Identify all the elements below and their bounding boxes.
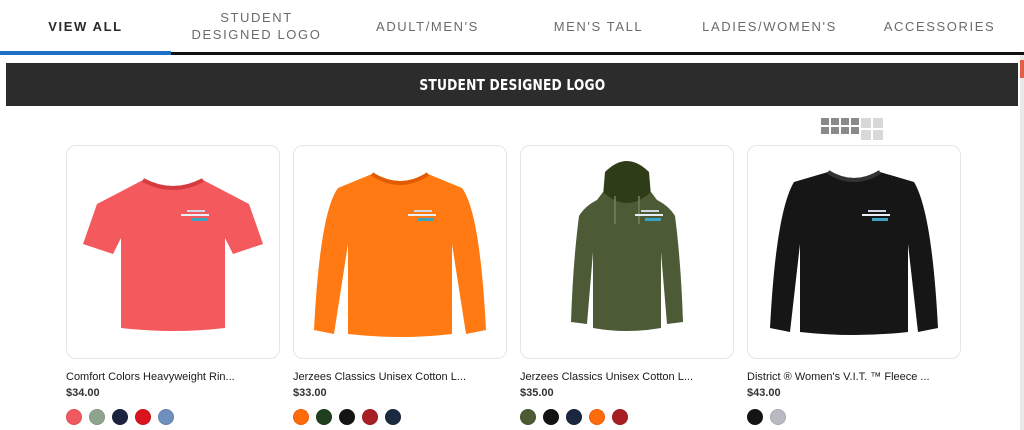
- product-image[interactable]: [293, 145, 507, 359]
- product-name[interactable]: District ® Women's V.I.T. ™ Fleece ...: [747, 371, 961, 383]
- product-name[interactable]: Comfort Colors Heavyweight Rin...: [66, 371, 280, 383]
- tab-label: MEN'S TALL: [553, 18, 644, 34]
- tab-label: ADULT/MEN'S: [376, 18, 479, 34]
- collection-banner: STUDENT DESIGNED LOGO: [6, 63, 1018, 106]
- color-swatch[interactable]: [566, 409, 582, 425]
- color-swatches: [520, 409, 734, 425]
- color-swatch[interactable]: [89, 409, 105, 425]
- product-image[interactable]: [747, 145, 961, 359]
- color-swatch[interactable]: [66, 409, 82, 425]
- product-name[interactable]: Jerzees Classics Unisex Cotton L...: [520, 371, 734, 383]
- color-swatch[interactable]: [612, 409, 628, 425]
- scroll-edge: [1020, 55, 1024, 430]
- product-image[interactable]: [66, 145, 280, 359]
- product-card[interactable]: Jerzees Classics Unisex Cotton L... $35.0…: [520, 145, 734, 430]
- page: { "tabs": [ {"label": "VIEW ALL", "activ…: [0, 0, 1024, 430]
- color-swatch[interactable]: [293, 409, 309, 425]
- category-tabs: VIEW ALL STUDENT DESIGNED LOGO ADULT/MEN…: [0, 0, 1024, 55]
- tab-label: ACCESSORIES: [883, 18, 996, 34]
- tab-label: LADIES/WOMEN'S: [702, 18, 837, 34]
- color-swatch[interactable]: [747, 409, 763, 425]
- color-swatch[interactable]: [770, 409, 786, 425]
- product-price: $35.00: [520, 387, 554, 399]
- edge-accent: [1020, 60, 1024, 78]
- tab-adult-mens[interactable]: ADULT/MEN'S: [342, 0, 513, 52]
- product-card[interactable]: Jerzees Classics Unisex Cotton L... $33.0…: [293, 145, 507, 430]
- collection-title: STUDENT DESIGNED LOGO: [418, 75, 605, 94]
- color-swatches: [293, 409, 507, 425]
- color-swatch[interactable]: [520, 409, 536, 425]
- color-swatches: [66, 409, 280, 425]
- color-swatch[interactable]: [589, 409, 605, 425]
- tab-view-all[interactable]: VIEW ALL: [0, 0, 171, 55]
- color-swatch[interactable]: [316, 409, 332, 425]
- product-card[interactable]: District ® Women's V.I.T. ™ Fleece ... $4…: [747, 145, 961, 430]
- color-swatch[interactable]: [135, 409, 151, 425]
- product-price: $34.00: [66, 387, 100, 399]
- tab-label: VIEW ALL: [48, 18, 123, 34]
- color-swatches: [747, 409, 961, 425]
- color-swatch[interactable]: [362, 409, 378, 425]
- tab-label: STUDENT DESIGNED LOGO: [191, 10, 322, 42]
- product-name[interactable]: Jerzees Classics Unisex Cotton L...: [293, 371, 507, 383]
- color-swatch[interactable]: [385, 409, 401, 425]
- product-image[interactable]: [520, 145, 734, 359]
- color-swatch[interactable]: [112, 409, 128, 425]
- product-grid: Comfort Colors Heavyweight Rin... $34.00 …: [66, 145, 966, 430]
- tab-student-designed-logo[interactable]: STUDENT DESIGNED LOGO: [171, 0, 342, 52]
- product-price: $33.00: [293, 387, 327, 399]
- four-column-grid-icon[interactable]: [821, 118, 859, 134]
- tab-accessories[interactable]: ACCESSORIES: [855, 0, 1024, 52]
- color-swatch[interactable]: [543, 409, 559, 425]
- product-price: $43.00: [747, 387, 781, 399]
- color-swatch[interactable]: [339, 409, 355, 425]
- tab-ladies-womens[interactable]: LADIES/WOMEN'S: [684, 0, 855, 52]
- two-column-grid-icon[interactable]: [861, 118, 883, 140]
- tab-mens-tall[interactable]: MEN'S TALL: [513, 0, 684, 52]
- product-card[interactable]: Comfort Colors Heavyweight Rin... $34.00: [66, 145, 280, 430]
- color-swatch[interactable]: [158, 409, 174, 425]
